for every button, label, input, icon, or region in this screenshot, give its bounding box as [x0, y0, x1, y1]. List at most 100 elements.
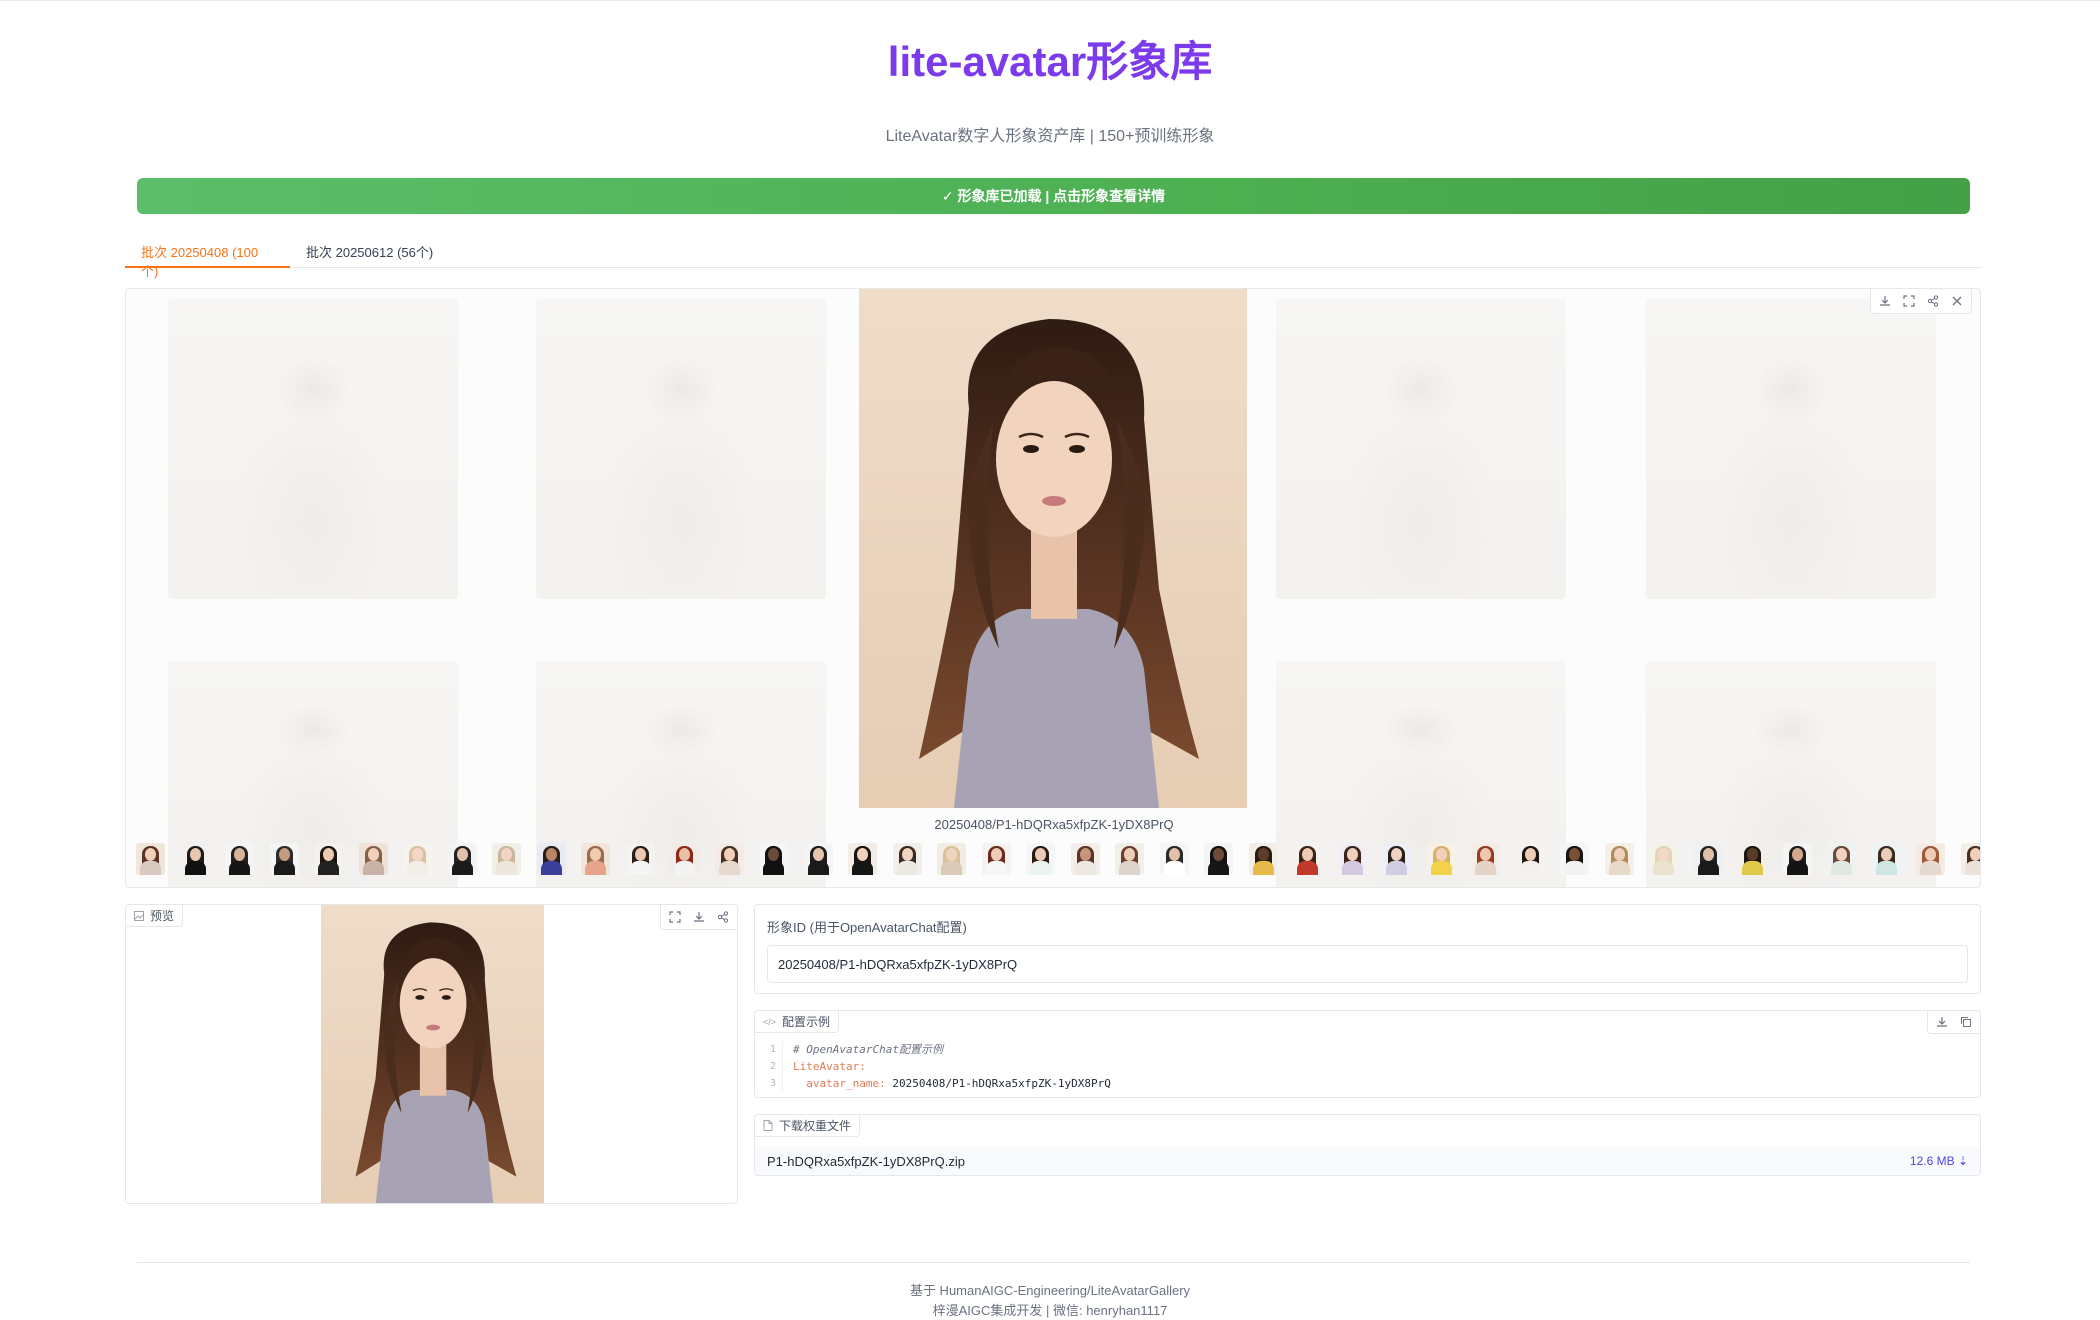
thumbnail-face: [1747, 848, 1758, 861]
thumbnail-face: [1836, 848, 1847, 861]
avatar-thumbnail[interactable]: [1426, 843, 1456, 875]
thumbnail-face: [1302, 848, 1313, 861]
avatar-thumbnail[interactable]: [403, 843, 432, 875]
avatar-thumbnail[interactable]: [1293, 843, 1322, 875]
avatar-thumbnail[interactable]: [1159, 843, 1189, 875]
code-editor[interactable]: 1 # OpenAvatarChat配置示例 2 LiteAvatar: 3 a…: [755, 1041, 1980, 1092]
share-icon[interactable]: [1923, 292, 1943, 310]
avatar-thumbnail[interactable]: [1960, 843, 1980, 875]
avatar-thumbnail[interactable]: [136, 843, 165, 875]
thumbnail-face: [1524, 848, 1536, 861]
thumbnail-body: [1875, 861, 1897, 875]
avatar-thumbnail[interactable]: [492, 843, 521, 875]
thumbnail-body: [407, 861, 428, 875]
avatar-thumbnail[interactable]: [1693, 843, 1723, 875]
preview-avatar-image[interactable]: [321, 905, 544, 1203]
config-example-label: </> 配置示例: [755, 1011, 840, 1033]
thumbnail-body: [273, 861, 295, 875]
config-example-panel: </> 配置示例 1 # OpenAvatarChat配置示例 2 LiteAv…: [754, 1010, 1981, 1098]
avatar-thumbnail[interactable]: [1337, 843, 1367, 875]
avatar-thumbnail[interactable]: [892, 843, 922, 875]
avatar-thumbnail[interactable]: [1471, 843, 1500, 875]
avatar-thumbnail[interactable]: [581, 843, 610, 875]
code-icon: </>: [763, 1016, 777, 1027]
file-size-download[interactable]: 12.6 MB ⇣: [1910, 1154, 1968, 1168]
avatar-thumbnail[interactable]: [1115, 843, 1144, 875]
thumbnail-body: [1564, 861, 1585, 875]
avatar-thumbnail[interactable]: [1827, 843, 1856, 875]
thumbnail-strip: [136, 843, 1980, 877]
thumbnail-body: [1208, 861, 1229, 875]
avatar-thumbnail[interactable]: [1204, 843, 1233, 875]
thumbnail-body: [718, 861, 740, 875]
thumbnail-body: [496, 861, 517, 875]
line-number: 1: [755, 1041, 783, 1058]
file-name-link[interactable]: P1-hDQRxa5xfpZK-1yDX8PrQ.zip: [767, 1154, 965, 1169]
code-key: LiteAvatar:: [793, 1060, 866, 1073]
avatar-thumbnail[interactable]: [1738, 843, 1767, 875]
download-icon[interactable]: [1875, 292, 1895, 310]
avatar-thumbnail[interactable]: [759, 843, 788, 875]
avatar-thumbnail[interactable]: [981, 843, 1011, 875]
thumbnail-face: [679, 848, 690, 861]
avatar-thumbnail[interactable]: [180, 843, 210, 875]
avatar-thumbnail[interactable]: [447, 843, 477, 875]
avatar-thumbnail[interactable]: [1382, 843, 1411, 875]
image-icon: [134, 910, 144, 921]
avatar-thumbnail[interactable]: [1916, 843, 1945, 875]
download-icon[interactable]: [1932, 1013, 1952, 1031]
thumbnail-face: [634, 848, 646, 861]
thumbnail-face: [1702, 848, 1714, 861]
download-icon[interactable]: [689, 908, 709, 926]
thumbnail-face: [1391, 848, 1402, 861]
thumbnail-body: [1119, 861, 1140, 875]
avatar-gallery: 20250408/P1-hDQRxa5xfpZK-1yDX8PrQ: [125, 288, 1981, 888]
tab-batch-20250408[interactable]: 批次 20250408 (100个): [125, 238, 290, 279]
code-line: 3 avatar_name: 20250408/P1-hDQRxa5xfpZK-…: [755, 1075, 1980, 1092]
config-example-label-text: 配置示例: [782, 1015, 831, 1029]
share-icon[interactable]: [713, 908, 733, 926]
avatar-thumbnail[interactable]: [536, 843, 566, 875]
avatar-thumbnail[interactable]: [269, 843, 299, 875]
copy-icon[interactable]: [1956, 1013, 1976, 1031]
avatar-thumbnail[interactable]: [314, 843, 343, 875]
avatar-thumbnail[interactable]: [1070, 843, 1100, 875]
selected-avatar-image[interactable]: [859, 289, 1247, 808]
close-icon[interactable]: [1947, 292, 1967, 310]
avatar-thumbnail[interactable]: [1026, 843, 1055, 875]
avatar-thumbnail[interactable]: [625, 843, 655, 875]
tab-batch-20250612[interactable]: 批次 20250612 (56个): [290, 238, 449, 268]
avatar-thumbnail[interactable]: [848, 843, 877, 875]
avatar-id-panel: 形象ID (用于OpenAvatarChat配置): [754, 904, 1981, 994]
avatar-thumbnail[interactable]: [670, 843, 699, 875]
avatar-thumbnail[interactable]: [803, 843, 833, 875]
gallery-toolbar: [1870, 289, 1972, 314]
avatar-thumbnail[interactable]: [225, 843, 254, 875]
avatar-thumbnail[interactable]: [714, 843, 744, 875]
avatar-thumbnail[interactable]: [1649, 843, 1678, 875]
thumbnail-face: [1124, 848, 1135, 861]
thumbnail-face: [1569, 848, 1580, 861]
thumbnail-face: [1880, 848, 1892, 861]
selected-avatar-caption: 20250408/P1-hDQRxa5xfpZK-1yDX8PrQ: [934, 817, 1174, 832]
avatar-thumbnail[interactable]: [1604, 843, 1634, 875]
thumbnail-body: [140, 861, 161, 875]
thumbnail-body: [1252, 861, 1274, 875]
avatar-thumbnail[interactable]: [1782, 843, 1812, 875]
avatar-thumbnail[interactable]: [1248, 843, 1278, 875]
thumbnail-face: [1925, 848, 1936, 861]
avatar-thumbnail[interactable]: [1871, 843, 1901, 875]
thumbnail-body: [941, 861, 962, 875]
avatar-thumbnail[interactable]: [358, 843, 388, 875]
avatar-thumbnail[interactable]: [1515, 843, 1545, 875]
avatar-thumbnail[interactable]: [1560, 843, 1589, 875]
line-number: 3: [755, 1075, 783, 1092]
thumbnail-face: [812, 848, 824, 861]
avatar-id-field[interactable]: [767, 945, 1968, 983]
thumbnail-body: [1030, 861, 1051, 875]
thumbnail-face: [323, 848, 334, 861]
fullscreen-icon[interactable]: [665, 908, 685, 926]
avatar-thumbnail[interactable]: [937, 843, 966, 875]
fullscreen-icon[interactable]: [1899, 292, 1919, 310]
thumbnail-body: [1742, 861, 1763, 875]
